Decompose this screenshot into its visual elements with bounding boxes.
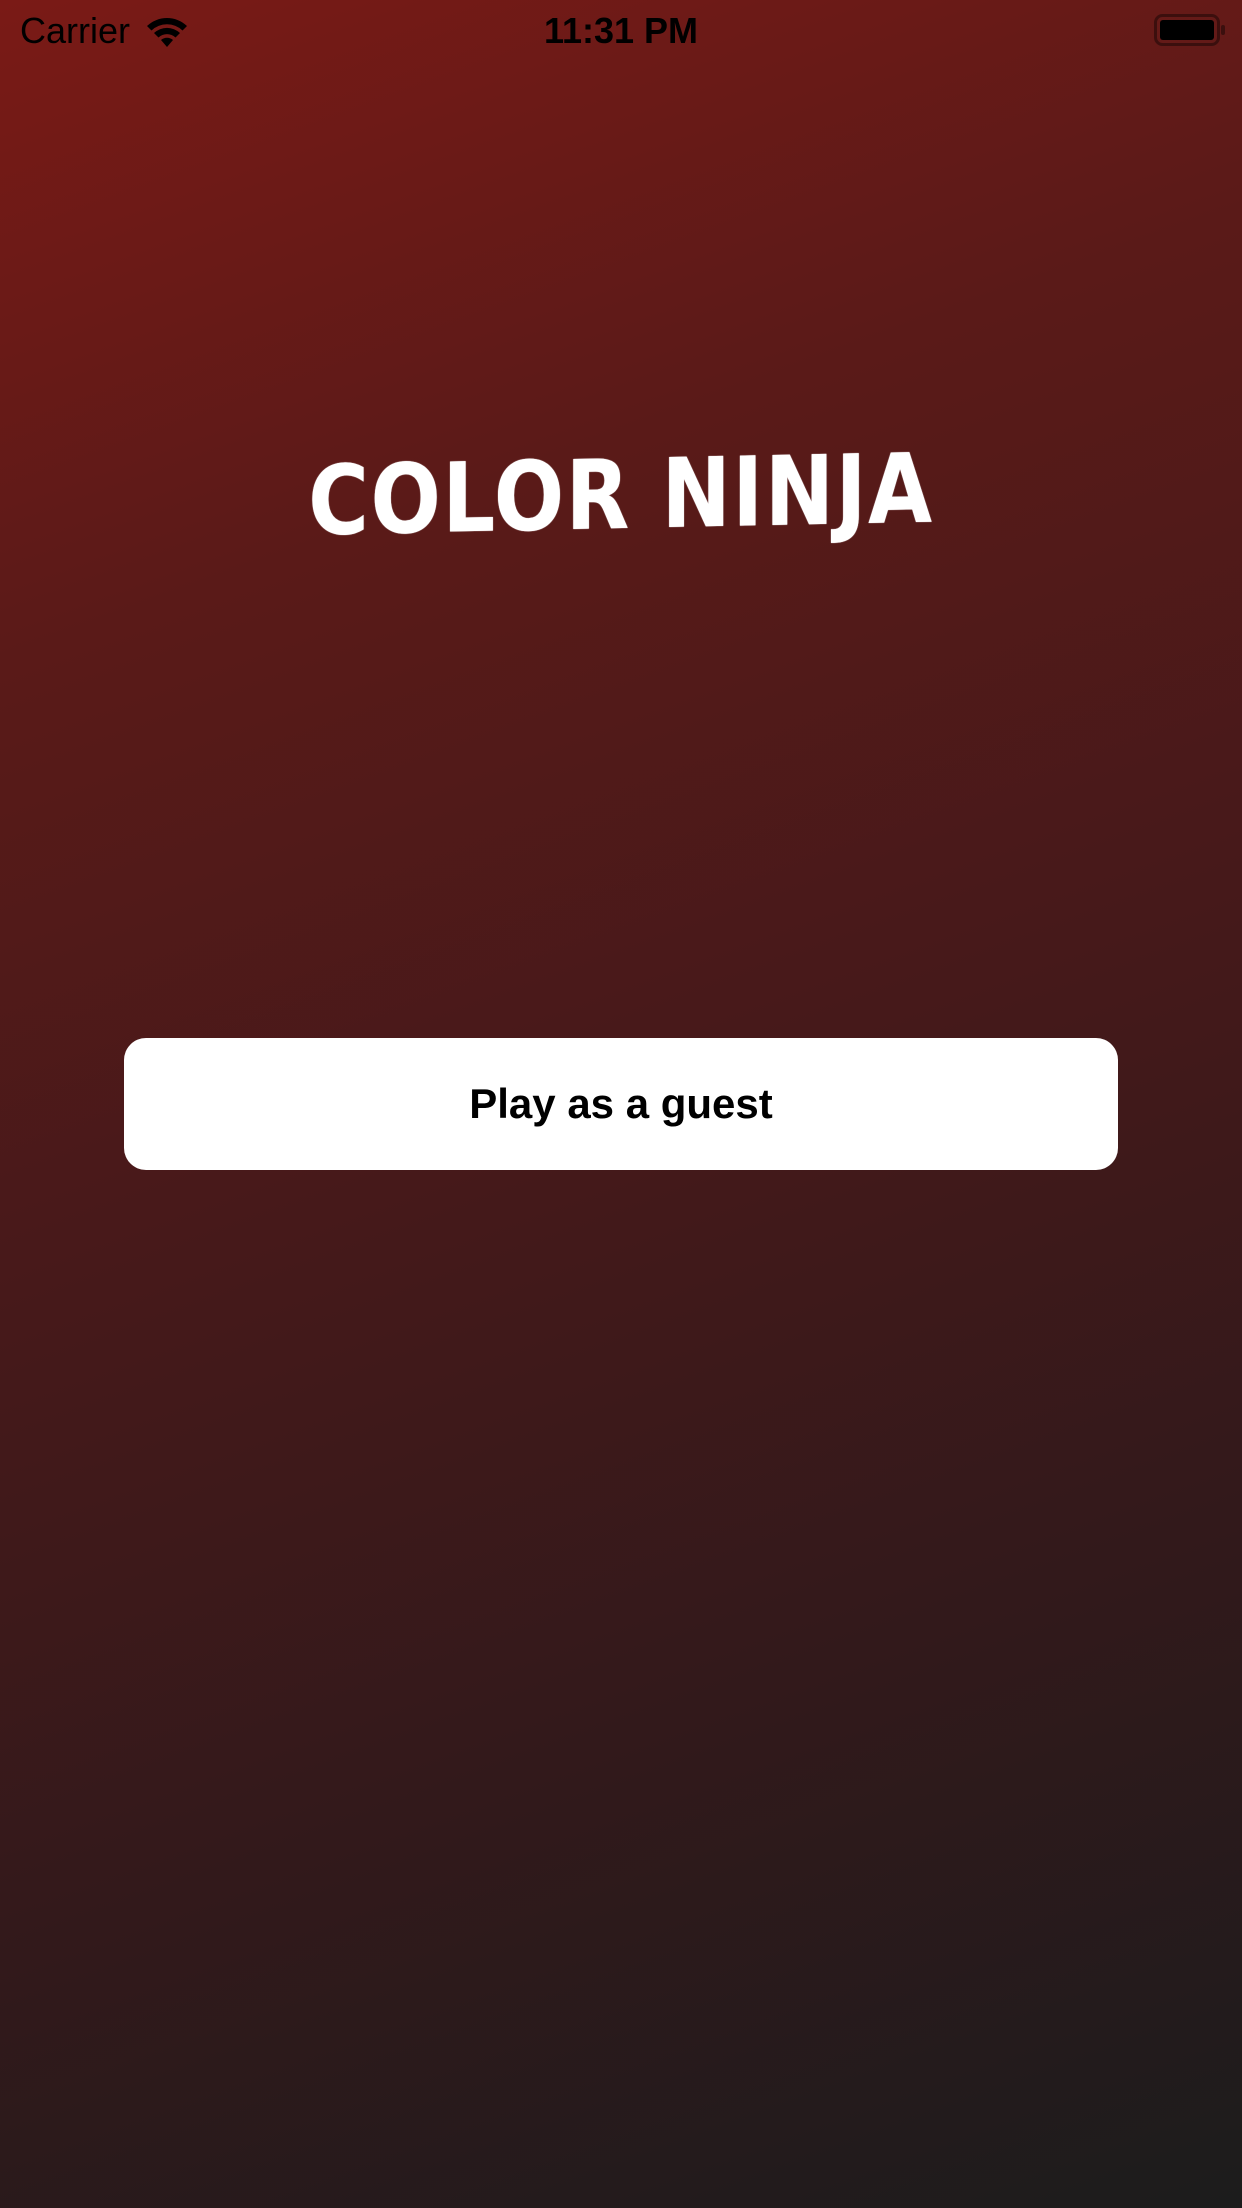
play-as-guest-label: Play as a guest (469, 1080, 773, 1127)
app-title: COLOR NINJA (308, 432, 934, 558)
status-bar: Carrier 11:31 PM (0, 0, 1242, 62)
status-time: 11:31 PM (543, 10, 699, 51)
battery-icon (1154, 14, 1226, 46)
play-as-guest-button[interactable]: Play as a guest (124, 1038, 1118, 1170)
